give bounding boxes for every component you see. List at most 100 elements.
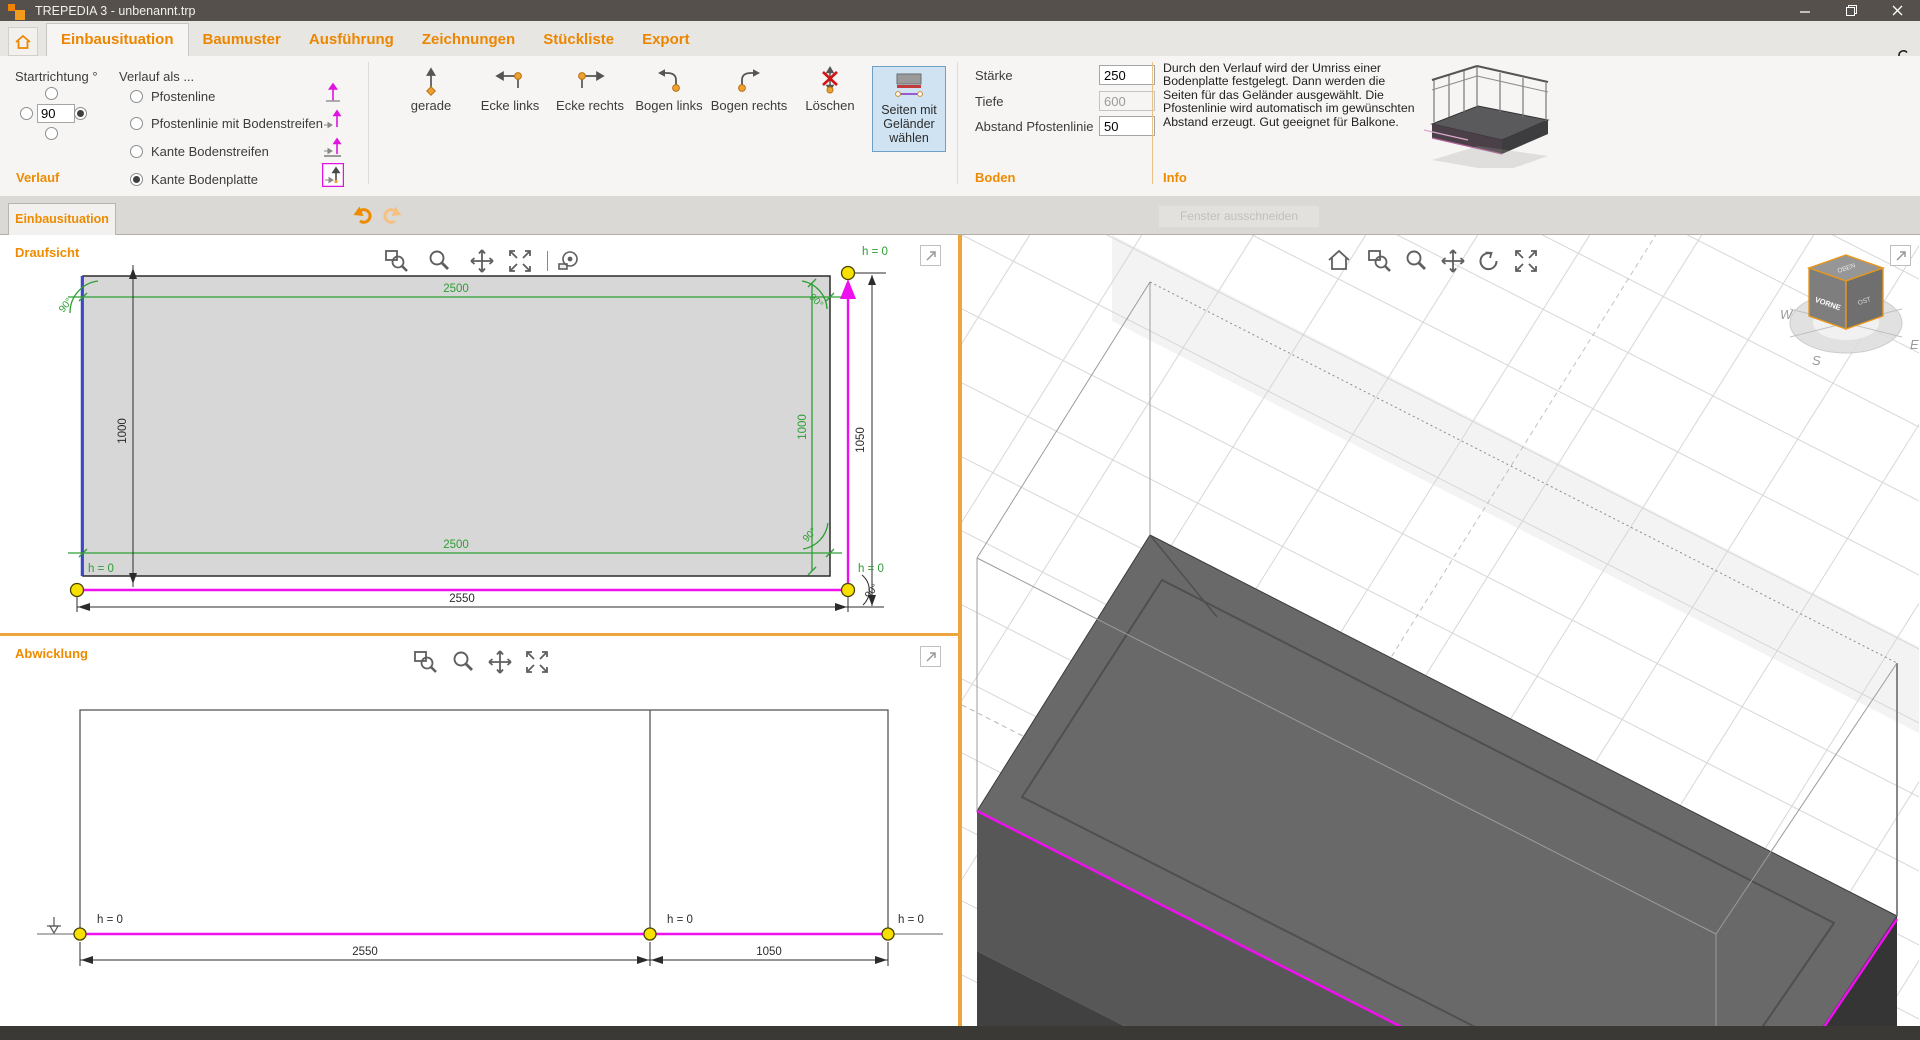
draufsicht-viewport[interactable]: 2500 2500 1000 90° 90° 90° (0, 235, 958, 633)
kante-bodenstreifen-icon (322, 135, 344, 159)
view-cube[interactable]: W S E OBEN VORNE OST (1780, 255, 1919, 368)
abstand-pfostenlinie-input[interactable] (1099, 116, 1155, 136)
startrichtung-radio-left[interactable] (20, 107, 33, 120)
zoom-icon[interactable] (1403, 248, 1429, 274)
abwicklung-drawing: 2550 1050 h = 0 h = 0 h = 0 (0, 636, 958, 1026)
draufsicht-drawing: 2500 2500 1000 90° 90° 90° (0, 235, 958, 633)
compass-south[interactable]: S (1812, 353, 1821, 368)
pan-icon[interactable] (487, 649, 513, 675)
zoom-window-icon[interactable] (413, 649, 439, 675)
startrichtung-radio-down[interactable] (45, 127, 58, 140)
home-view-icon[interactable] (1326, 248, 1352, 274)
menu-tab-einbausituation[interactable]: Einbausituation (46, 23, 189, 56)
tiefe-row: Tiefe (975, 91, 1155, 111)
option-kante-bodenplatte[interactable]: Kante Bodenplatte (130, 172, 258, 187)
abstand-pfostenlinie-label: Abstand Pfostenlinie (975, 119, 1099, 134)
redo-icon (381, 205, 403, 227)
svg-text:h = 0: h = 0 (88, 563, 114, 575)
svg-text:2550: 2550 (352, 946, 378, 958)
pan-icon[interactable] (1440, 248, 1466, 274)
abwicklung-viewport[interactable]: 2550 1050 h = 0 h = 0 h = 0 Abwicklung (0, 636, 958, 1026)
abstand-pfostenlinie-row: Abstand Pfostenlinie (975, 116, 1155, 136)
floor-slab-plan[interactable] (83, 276, 830, 576)
tool-ecke-rechts[interactable]: Ecke rechts (550, 64, 630, 113)
expand-icon (925, 250, 937, 262)
ribbon-separator (957, 62, 958, 184)
tool-loeschen[interactable]: Löschen (790, 64, 870, 113)
datum-symbol (47, 917, 61, 933)
zoom-window-icon[interactable] (384, 248, 410, 274)
rotate-view-icon[interactable] (1476, 248, 1502, 274)
ribbon-separator (1152, 62, 1153, 184)
slab-railing-icon (873, 71, 945, 101)
toolbar-separator (547, 251, 548, 271)
tiefe-input (1099, 91, 1155, 111)
arc-left-icon (629, 64, 709, 96)
restore-button[interactable] (1828, 0, 1874, 21)
menu-tab-stueckliste[interactable]: Stückliste (529, 24, 628, 56)
undo-button[interactable] (352, 205, 376, 227)
fit-view-icon[interactable] (507, 248, 533, 274)
menu-tab-zeichnungen[interactable]: Zeichnungen (408, 24, 529, 56)
svg-text:1000: 1000 (117, 418, 129, 444)
home-menu-button[interactable] (8, 27, 38, 56)
startrichtung-input[interactable] (37, 104, 75, 123)
startrichtung-radio-up[interactable] (45, 87, 58, 100)
pfostenlinie-bodenstreifen-icon (322, 107, 344, 131)
abwicklung-title: Abwicklung (15, 646, 88, 661)
ribbon-separator (368, 62, 369, 184)
menu-tab-ausfuehrung[interactable]: Ausführung (295, 24, 408, 56)
fenster-ausschneiden-button: Fenster ausschneiden (1158, 205, 1320, 228)
option-kante-bodenstreifen[interactable]: Kante Bodenstreifen (130, 144, 269, 159)
option-pfostenlinie-bodenstreifen[interactable]: Pfostenlinie mit Bodenstreifen (130, 116, 323, 131)
expand-icon (925, 651, 937, 663)
delete-icon (790, 64, 870, 96)
ribbon: Startrichtung ° Verlauf als ... Pfostenl… (0, 56, 1920, 197)
svg-text:h = 0: h = 0 (97, 914, 123, 926)
elevation-outline (80, 710, 888, 934)
close-button[interactable] (1874, 0, 1920, 21)
tool-gerade[interactable]: gerade (391, 64, 471, 113)
tool-ecke-links[interactable]: Ecke links (470, 64, 550, 113)
document-tab-einbausituation[interactable]: Einbausituation (8, 203, 116, 235)
svg-text:1050: 1050 (855, 427, 867, 453)
seiten-mit-gelaender-button[interactable]: Seiten mit Geländer wählen (872, 66, 946, 152)
fit-view-icon[interactable] (524, 649, 550, 675)
compass-east[interactable]: E (1910, 337, 1919, 352)
section-label-verlauf: Verlauf (16, 170, 59, 185)
staerke-row: Stärke (975, 65, 1155, 85)
kante-bodenplatte-icon (322, 163, 344, 187)
tiefe-label: Tiefe (975, 94, 1099, 109)
undo-icon (352, 205, 374, 227)
viewer-3d[interactable]: W S E OBEN VORNE OST (962, 235, 1920, 1026)
tool-bogen-rechts[interactable]: Bogen rechts (709, 64, 789, 113)
svg-text:h = 0: h = 0 (667, 914, 693, 926)
zoom-icon[interactable] (450, 649, 476, 675)
top-view-camera-icon[interactable] (556, 248, 582, 274)
app-logo-icon (7, 3, 27, 20)
draufsicht-expand-button[interactable] (920, 245, 941, 266)
compass-west[interactable]: W (1780, 307, 1794, 322)
svg-text:h = 0: h = 0 (898, 914, 924, 926)
pan-icon[interactable] (469, 248, 495, 274)
startrichtung-radio-right[interactable] (74, 107, 87, 120)
svg-text:h = 0: h = 0 (858, 563, 884, 575)
option-pfostenline[interactable]: Pfostenline (130, 89, 215, 104)
svg-text:90°: 90° (863, 582, 881, 601)
menu-tab-baumuster[interactable]: Baumuster (189, 24, 295, 56)
fit-view-icon[interactable] (1513, 248, 1539, 274)
tool-bogen-links[interactable]: Bogen links (629, 64, 709, 113)
abwicklung-expand-button[interactable] (920, 646, 941, 667)
svg-text:h = 0: h = 0 (862, 246, 888, 258)
svg-text:1050: 1050 (756, 946, 782, 958)
menu-tab-export[interactable]: Export (628, 24, 704, 56)
zoom-icon[interactable] (426, 248, 452, 274)
viewer3d-expand-button[interactable] (1890, 245, 1911, 266)
minimize-button[interactable] (1782, 0, 1828, 21)
redo-button[interactable] (381, 205, 405, 227)
info-text: Durch den Verlauf wird der Umriss einer … (1163, 62, 1415, 129)
staerke-input[interactable] (1099, 65, 1155, 85)
pfostenline-icon (322, 80, 344, 104)
section-label-boden: Boden (975, 170, 1015, 185)
zoom-window-icon[interactable] (1367, 248, 1393, 274)
